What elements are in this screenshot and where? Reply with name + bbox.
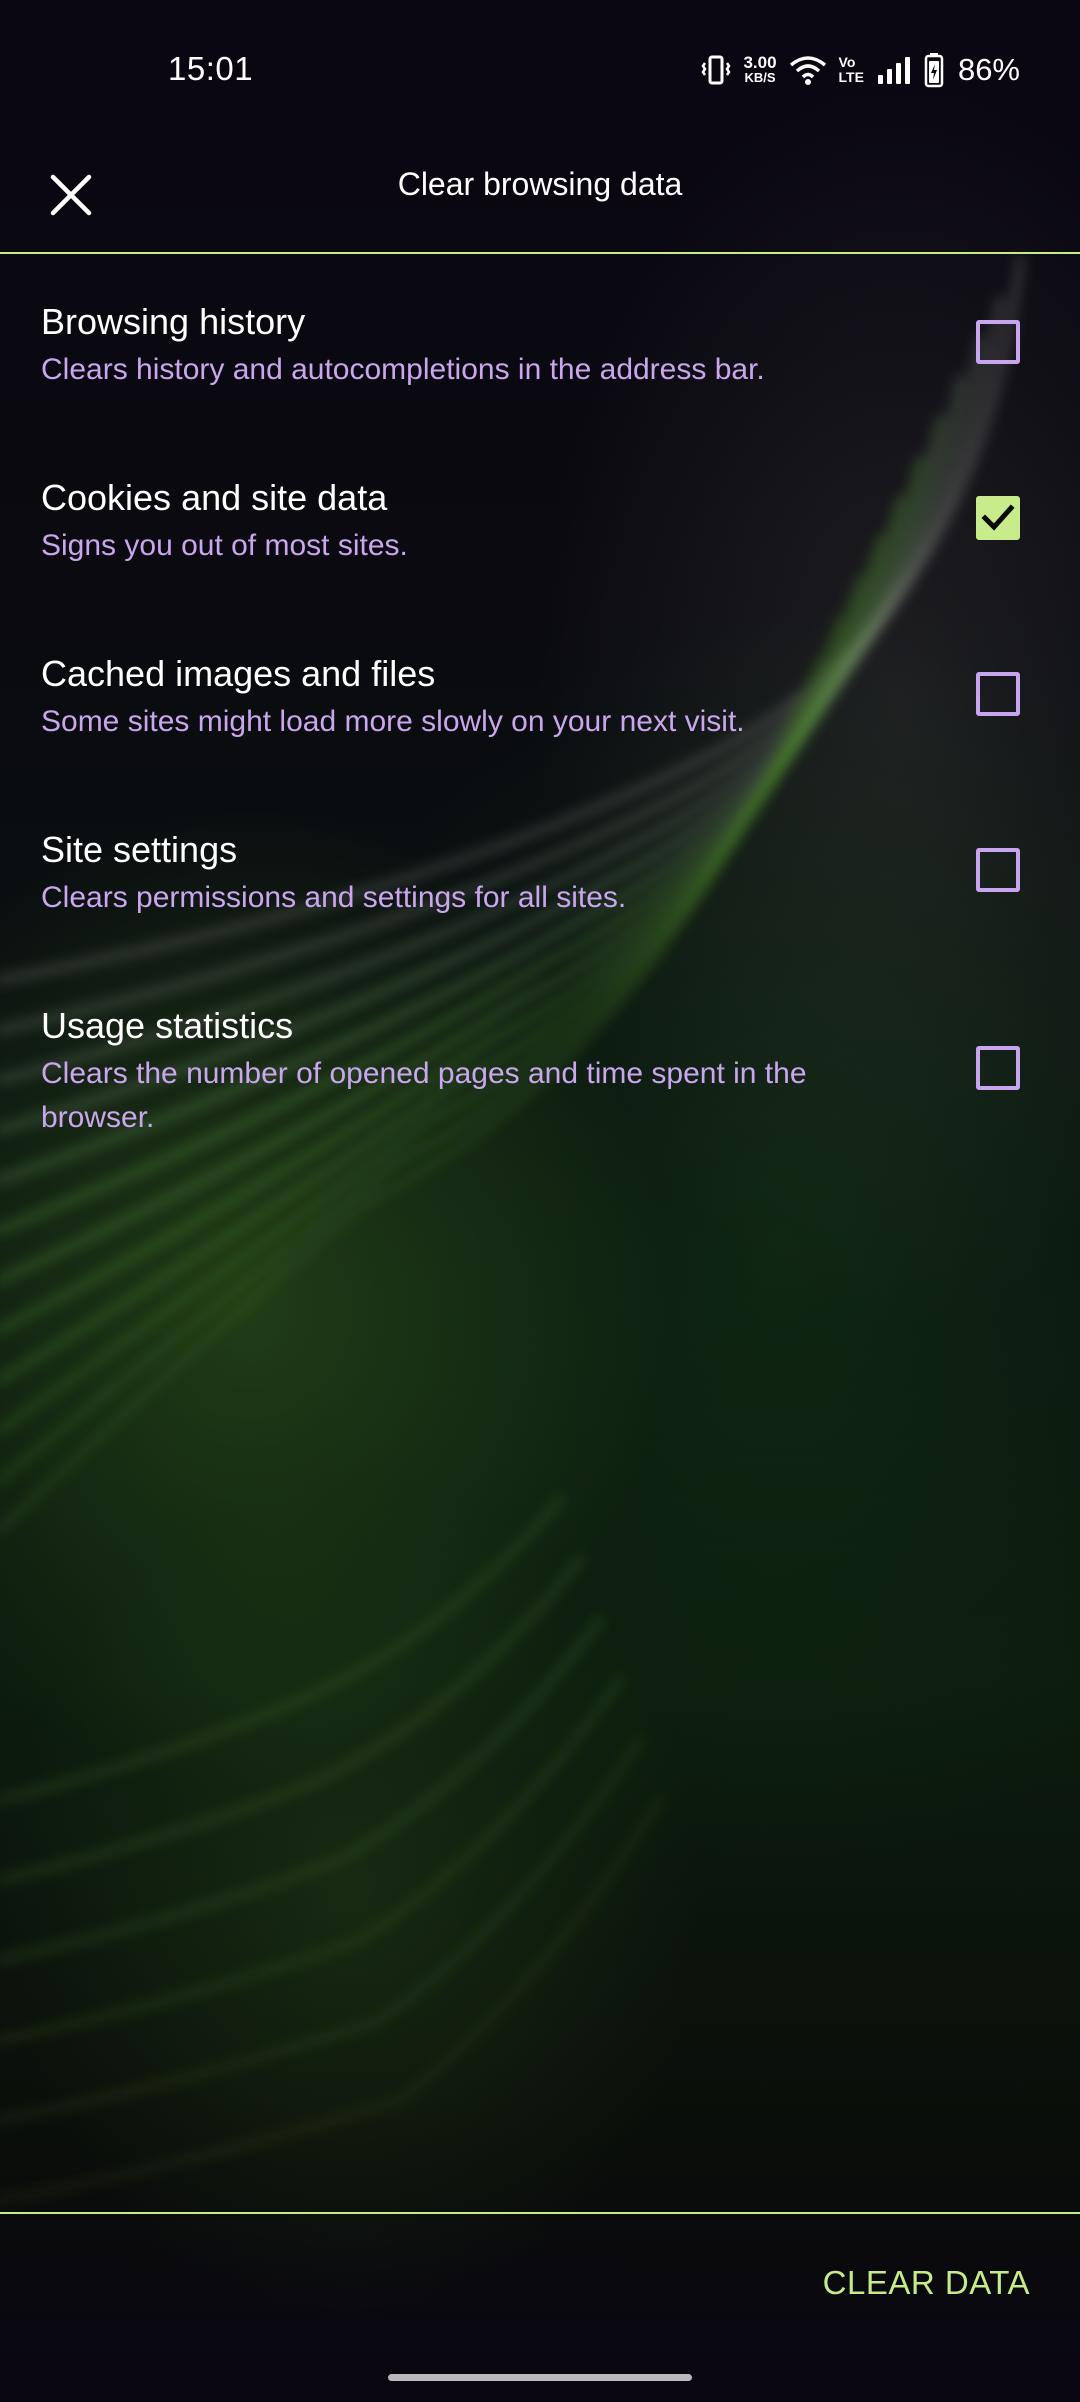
option-site-settings[interactable]: Site settings Clears permissions and set… (41, 828, 1041, 920)
option-description: Clears the number of opened pages and ti… (41, 1057, 807, 1134)
volte-bottom: LTE (838, 69, 864, 85)
option-browsing-history[interactable]: Browsing history Clears history and auto… (41, 300, 1041, 392)
top-app-bar: Clear browsing data (0, 140, 1080, 254)
checkmark-icon (981, 504, 1015, 531)
checkbox-cookies-and-site-data[interactable] (976, 496, 1020, 540)
vibrate-icon (701, 54, 731, 86)
battery-percent: 86% (957, 52, 1020, 87)
volte-top: Vo (838, 54, 856, 70)
battery-icon (924, 52, 944, 88)
checkbox-browsing-history[interactable] (976, 320, 1020, 364)
option-title: Browsing history (41, 301, 306, 342)
option-cookies-and-site-data[interactable]: Cookies and site data Signs you out of m… (41, 476, 1041, 568)
net-speed-unit: KB/S (744, 70, 776, 85)
checkbox-cached-images-and-files[interactable] (976, 672, 1020, 716)
volte-indicator: Vo LTE (839, 55, 864, 85)
option-usage-statistics[interactable]: Usage statistics Clears the number of op… (41, 1004, 1041, 1140)
option-cached-images-and-files[interactable]: Cached images and files Some sites might… (41, 652, 1041, 744)
checkbox-site-settings[interactable] (976, 848, 1020, 892)
net-speed-value: 3.00 (743, 53, 777, 72)
option-description: Signs you out of most sites. (41, 529, 408, 562)
option-title: Cookies and site data (41, 477, 388, 518)
status-icons: 3.00 KB/S Vo LTE 86% (701, 48, 1020, 92)
checkbox-usage-statistics[interactable] (976, 1046, 1020, 1090)
status-time: 15:01 (168, 50, 254, 87)
option-title: Cached images and files (41, 653, 436, 694)
option-description: Some sites might load more slowly on you… (41, 705, 745, 738)
option-title: Usage statistics (41, 1005, 294, 1046)
net-speed-indicator: 3.00 KB/S (743, 53, 777, 85)
option-title: Site settings (41, 829, 238, 870)
page-title: Clear browsing data (397, 166, 683, 202)
option-description: Clears permissions and settings for all … (41, 881, 627, 914)
clear-data-button[interactable]: CLEAR DATA (823, 2264, 1030, 2302)
status-bar: 15:01 3.00 KB/S Vo LTE 86% (0, 0, 1080, 140)
wifi-icon (789, 54, 827, 86)
option-description: Clears history and autocompletions in th… (41, 353, 765, 386)
signal-icon (876, 55, 912, 85)
home-indicator[interactable] (388, 2374, 692, 2381)
